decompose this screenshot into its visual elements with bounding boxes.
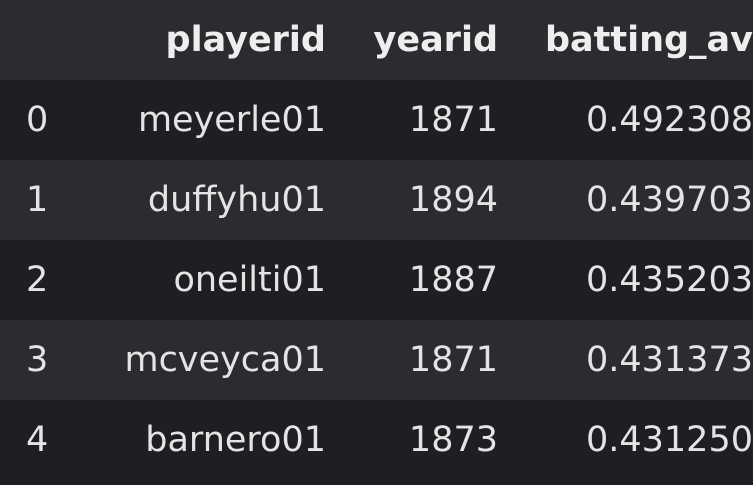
cell-playerid: mcveyca01 — [124, 340, 326, 380]
table-row: 2 oneilti01 1887 0.435203 — [0, 240, 753, 320]
column-header-playerid: playerid — [165, 20, 326, 60]
column-header-batting-av: batting_av — [544, 20, 753, 60]
cell-batting-av: 0.431250 — [585, 420, 753, 460]
cell-batting-av: 0.431373 — [585, 340, 753, 380]
cell-playerid: oneilti01 — [173, 260, 326, 300]
cell-yearid: 1871 — [408, 340, 498, 380]
cell-yearid: 1887 — [408, 260, 498, 300]
row-index: 4 — [26, 420, 49, 460]
table-row: 0 meyerle01 1871 0.492308 — [0, 80, 753, 160]
cell-yearid: 1873 — [408, 420, 498, 460]
row-index: 1 — [26, 180, 49, 220]
header-row: playerid yearid batting_av — [0, 0, 753, 80]
cell-yearid: 1894 — [408, 180, 498, 220]
dataframe-output: playerid yearid batting_av 0 meyerle01 1… — [0, 0, 753, 485]
cell-playerid: meyerle01 — [137, 100, 326, 140]
cell-playerid: duffyhu01 — [147, 180, 326, 220]
table-row: 4 barnero01 1873 0.431250 — [0, 400, 753, 480]
index-column-header — [0, 0, 76, 80]
row-index: 3 — [26, 340, 49, 380]
cell-yearid: 1871 — [408, 100, 498, 140]
table-body: 0 meyerle01 1871 0.492308 1 duffyhu01 18… — [0, 80, 753, 480]
table-header: playerid yearid batting_av — [0, 0, 753, 80]
column-header-yearid: yearid — [373, 20, 498, 60]
row-index: 0 — [26, 100, 49, 140]
dataframe-table: playerid yearid batting_av 0 meyerle01 1… — [0, 0, 753, 480]
cell-batting-av: 0.435203 — [585, 260, 753, 300]
table-row: 3 mcveyca01 1871 0.431373 — [0, 320, 753, 400]
cell-batting-av: 0.439703 — [585, 180, 753, 220]
row-index: 2 — [26, 260, 49, 300]
cell-playerid: barnero01 — [145, 420, 326, 460]
table-row: 1 duffyhu01 1894 0.439703 — [0, 160, 753, 240]
cell-batting-av: 0.492308 — [585, 100, 753, 140]
